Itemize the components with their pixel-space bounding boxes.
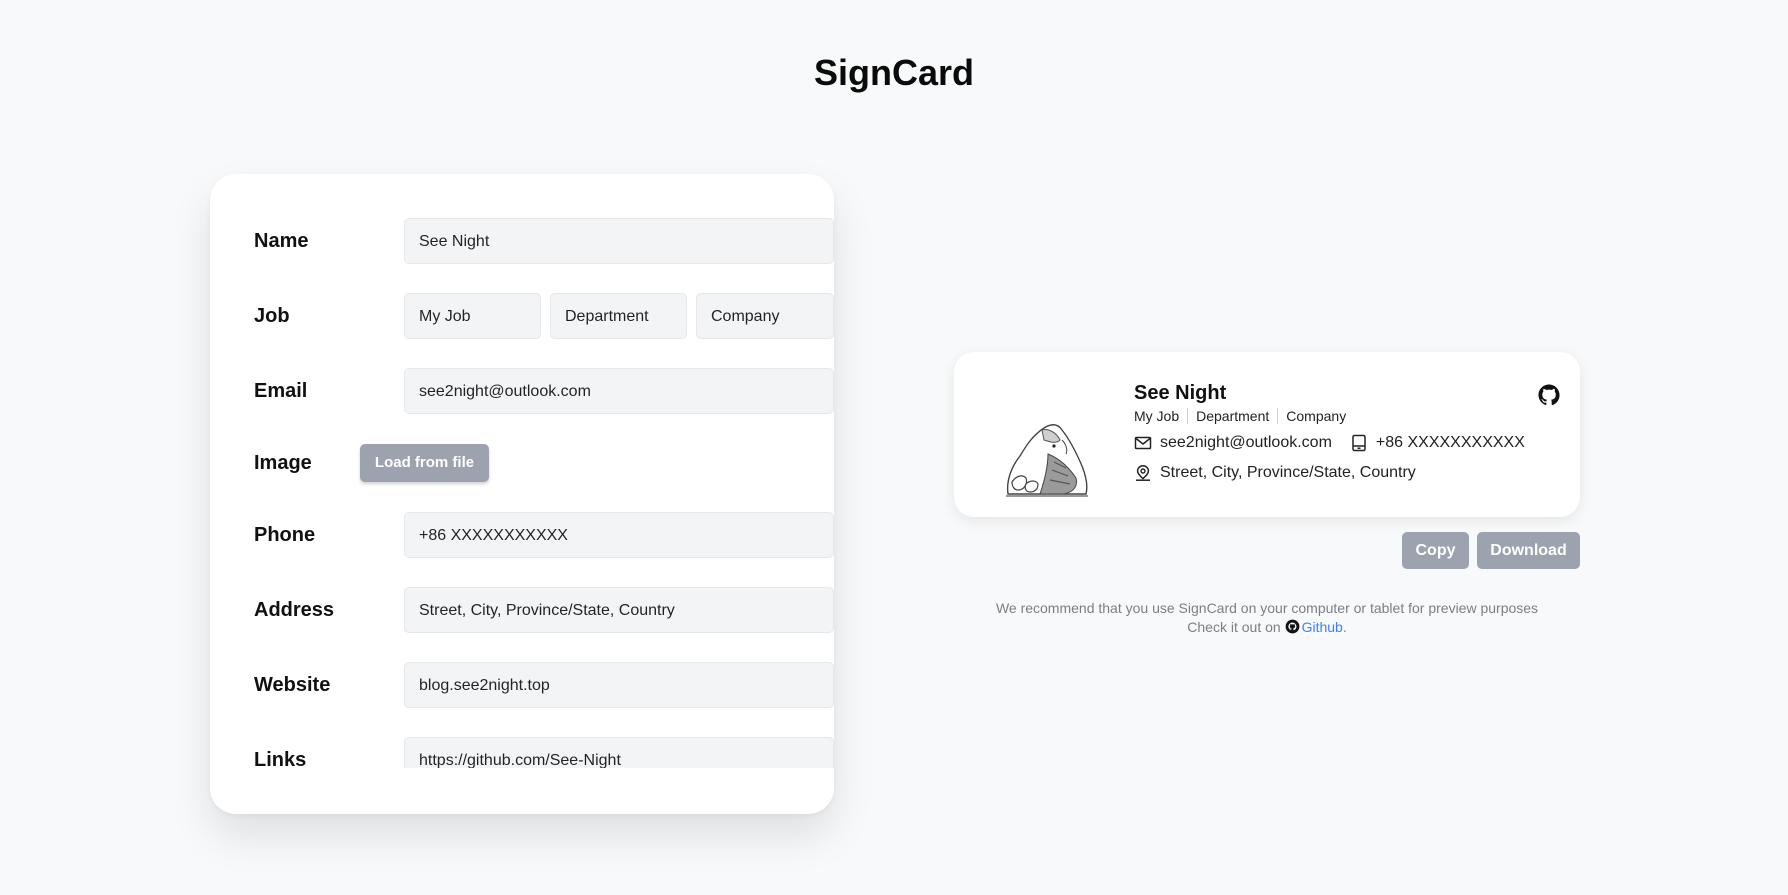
website-input[interactable]: blog.see2night.top [404, 662, 834, 708]
preview-job-title: My Job [1134, 408, 1180, 424]
preview-contact-line: see2night@outlook.com +86 XXXXXXXXXXX [1134, 434, 1525, 452]
copy-button[interactable]: Copy [1402, 532, 1469, 569]
preview-company: Company [1277, 408, 1354, 424]
job-label: Job [254, 305, 290, 327]
phone-label: Phone [254, 524, 316, 546]
preview-address-line: Street, City, Province/State, Country [1134, 464, 1416, 482]
location-icon [1136, 465, 1150, 481]
company-input[interactable]: Company [696, 293, 834, 339]
name-label: Name [254, 230, 309, 252]
avatar [1006, 424, 1088, 497]
preview-phone: +86 XXXXXXXXXXX [1375, 434, 1525, 451]
name-input[interactable]: See Night [404, 218, 834, 264]
image-row: Image Load from file [254, 440, 790, 486]
recommendation-note: We recommend that you use SignCard on yo… [995, 600, 1539, 616]
links-input[interactable]: https://github.com/See-Night [404, 737, 834, 768]
phone-row: Phone +86 XXXXXXXXXXX [254, 512, 834, 558]
phone-icon [1352, 434, 1366, 452]
github-link[interactable]: Github [1302, 619, 1343, 635]
mail-icon [1134, 436, 1152, 450]
website-label: Website [254, 674, 331, 696]
image-label: Image [254, 452, 312, 474]
job-row: Job My Job Department Company [254, 293, 834, 339]
preview-job-line: My Job Department Company [1134, 408, 1354, 424]
department-input[interactable]: Department [550, 293, 687, 339]
address-input[interactable]: Street, City, Province/State, Country [404, 587, 834, 633]
website-row: Website blog.see2night.top [254, 662, 834, 708]
github-small-icon [1285, 619, 1299, 634]
links-row: Links https://github.com/See-Night [254, 737, 834, 768]
email-row: Email see2night@outlook.com [254, 368, 834, 414]
job-title-input[interactable]: My Job [404, 293, 541, 339]
check-it-out-text: Check it out on [1187, 619, 1281, 635]
phone-input[interactable]: +86 XXXXXXXXXXX [404, 512, 834, 558]
signature-form-card: Name See Night Job My Job Department Com… [210, 174, 834, 814]
form-scroll-area[interactable]: Name See Night Job My Job Department Com… [210, 174, 834, 768]
signature-preview-card: See Night My Job Department Company see2ni… [954, 352, 1580, 517]
name-row: Name See Night [254, 218, 834, 264]
github-icon[interactable] [1538, 384, 1560, 406]
preview-department: Department [1187, 408, 1277, 424]
github-link-period: . [1342, 619, 1347, 635]
preview-name: See Night [1134, 382, 1227, 404]
download-button[interactable]: Download [1477, 532, 1580, 569]
email-input[interactable]: see2night@outlook.com [404, 368, 834, 414]
preview-address: Street, City, Province/State, Country [1160, 464, 1416, 481]
github-note: Check it out on Github. [954, 619, 1580, 635]
address-row: Address Street, City, Province/State, Co… [254, 587, 834, 633]
load-from-file-button[interactable]: Load from file [360, 444, 489, 482]
email-label: Email [254, 380, 308, 402]
page-title: SignCard [813, 52, 974, 93]
links-label: Links [254, 749, 307, 768]
preview-email: see2night@outlook.com [1160, 434, 1332, 451]
address-label: Address [254, 599, 335, 621]
